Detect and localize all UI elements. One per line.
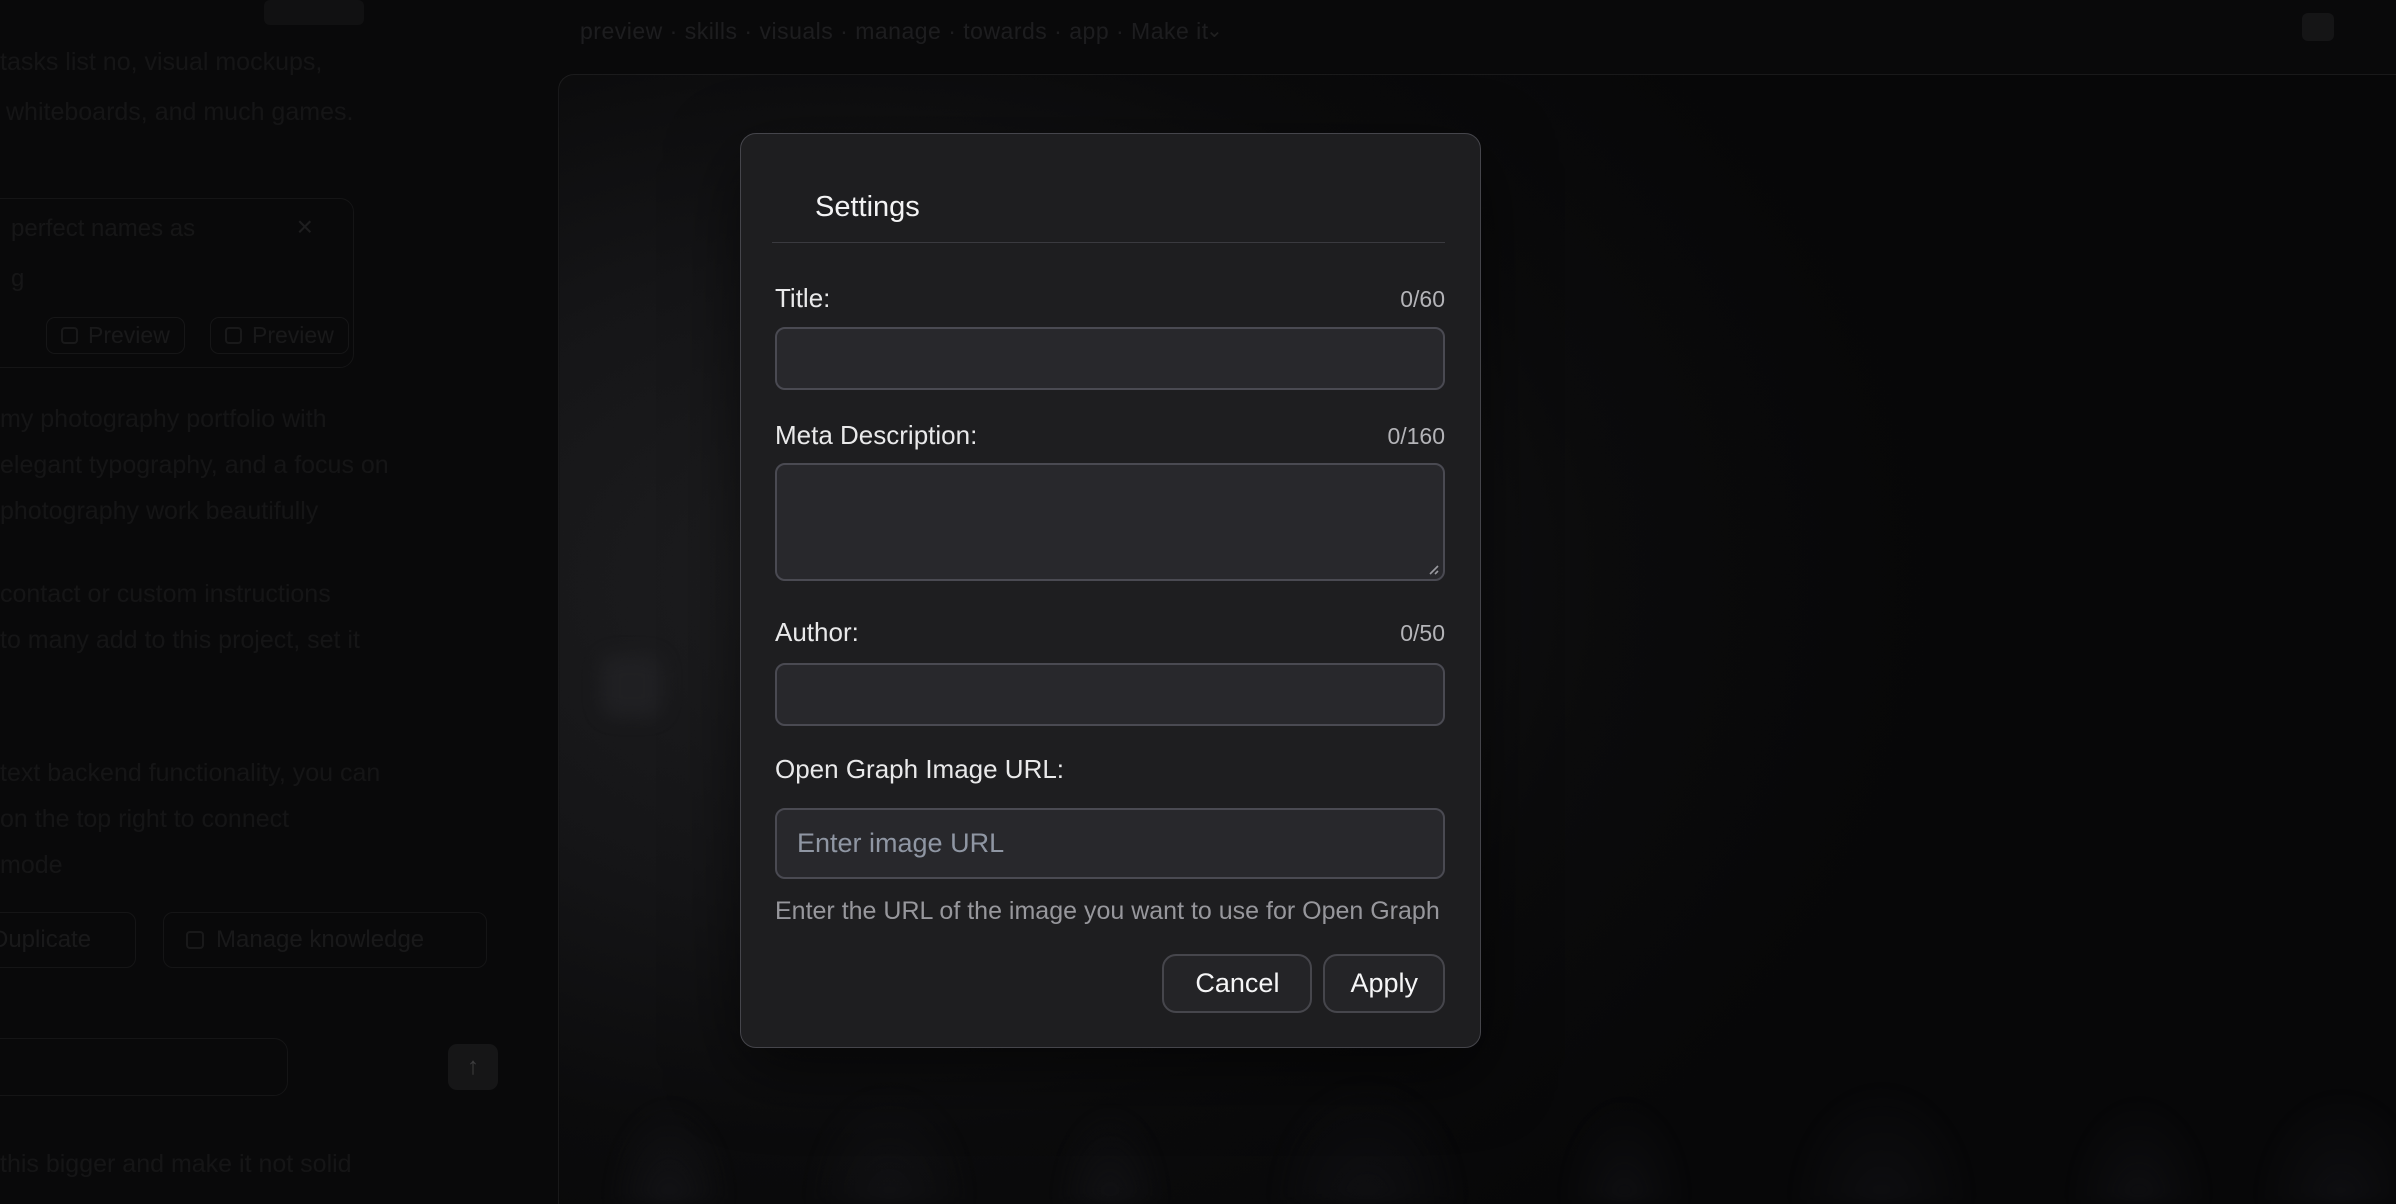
meta-description-field-row: Meta Description: 0/160	[775, 420, 1445, 450]
og-image-field-row: Open Graph Image URL:	[775, 754, 1445, 784]
author-char-counter: 0/50	[1400, 620, 1445, 647]
title-label: Title:	[775, 283, 830, 313]
author-field-row: Author: 0/50	[775, 617, 1445, 647]
cancel-button[interactable]: Cancel	[1162, 954, 1312, 1013]
settings-dialog: Settings Title: 0/60 Meta Description: 0…	[740, 133, 1481, 1048]
meta-description-char-counter: 0/160	[1387, 423, 1445, 450]
author-label: Author:	[775, 617, 859, 647]
resize-handle-icon[interactable]	[1424, 560, 1440, 576]
og-image-helper-text: Enter the URL of the image you want to u…	[775, 897, 1445, 926]
meta-description-wrap	[775, 463, 1445, 581]
dialog-title: Settings	[815, 191, 920, 224]
title-field-row: Title: 0/60	[775, 283, 1445, 311]
dialog-body: Title: 0/60 Meta Description: 0/160 Auth…	[775, 243, 1445, 1013]
apply-button[interactable]: Apply	[1323, 954, 1445, 1013]
title-input[interactable]	[775, 327, 1445, 390]
meta-description-textarea[interactable]	[775, 463, 1445, 581]
author-input[interactable]	[775, 663, 1445, 726]
dialog-actions: Cancel Apply	[775, 954, 1445, 1013]
title-char-counter: 0/60	[1400, 286, 1445, 313]
meta-description-label: Meta Description:	[775, 420, 977, 450]
og-image-url-label: Open Graph Image URL:	[775, 754, 1064, 784]
og-image-url-input[interactable]	[775, 808, 1445, 879]
